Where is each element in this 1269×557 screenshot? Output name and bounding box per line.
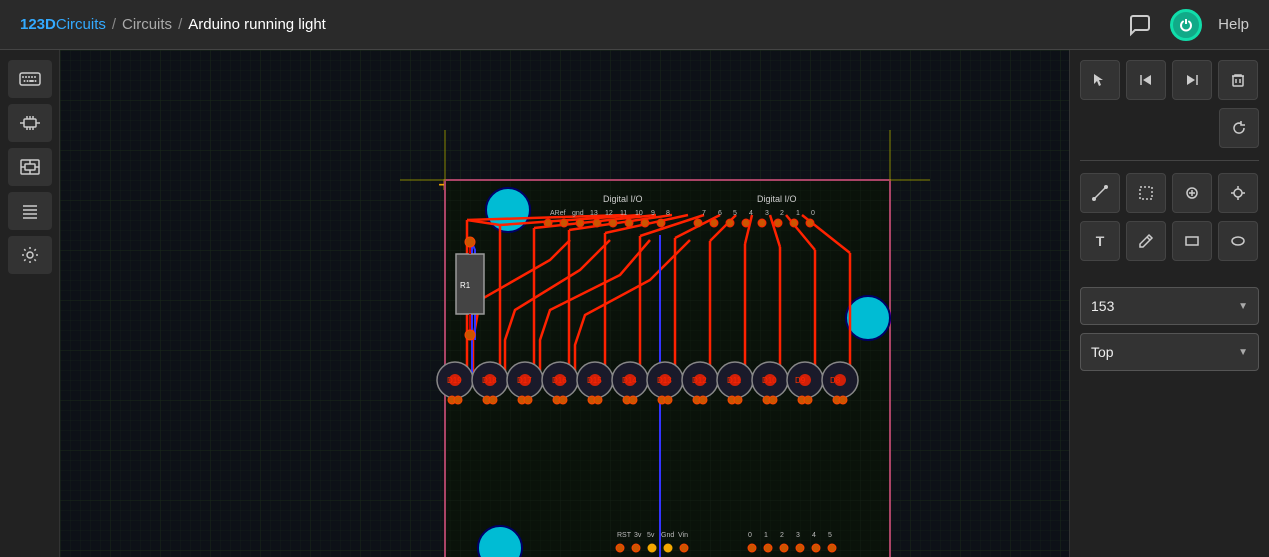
text-tool-icon: T	[1096, 233, 1105, 249]
toolbar-row-4: T	[1080, 221, 1259, 261]
step-back-button[interactable]	[1126, 60, 1166, 100]
schematic-button[interactable]	[8, 104, 52, 142]
svg-text:Gnd: Gnd	[661, 532, 674, 539]
svg-text:1: 1	[764, 532, 768, 539]
circle-tool-button[interactable]	[1172, 173, 1212, 213]
svg-text:8: 8	[666, 210, 670, 217]
svg-text:Digital I/O: Digital I/O	[757, 194, 797, 204]
left-sidebar	[0, 50, 60, 557]
pcb-canvas: +	[60, 50, 1069, 557]
keyboard-button[interactable]	[8, 60, 52, 98]
help-link[interactable]: Help	[1218, 16, 1249, 33]
oval-tool-button[interactable]	[1218, 221, 1258, 261]
breadcrumb-sep1: /	[112, 16, 116, 33]
cursor-tool-button[interactable]	[1080, 60, 1120, 100]
crosshair-tool-button[interactable]	[1218, 173, 1258, 213]
brand-circuits: Circuits	[56, 16, 106, 33]
pcb-button[interactable]	[8, 148, 52, 186]
svg-text:3: 3	[796, 532, 800, 539]
chat-icon[interactable]	[1126, 11, 1154, 39]
svg-text:5: 5	[828, 532, 832, 539]
step-forward-button[interactable]	[1172, 60, 1212, 100]
svg-text:R1: R1	[460, 281, 471, 290]
zoom-value: 153	[1091, 298, 1114, 314]
svg-text:3: 3	[765, 210, 769, 217]
power-button[interactable]	[1170, 9, 1202, 41]
svg-text:4: 4	[812, 532, 816, 539]
toolbar-row-rotate	[1080, 108, 1259, 148]
svg-text:2: 2	[780, 532, 784, 539]
toolbar-spacer-1	[1080, 269, 1259, 279]
svg-text:4: 4	[749, 210, 753, 217]
svg-text:10: 10	[635, 210, 643, 217]
select-region-button[interactable]	[1126, 173, 1166, 213]
toolbar-row-3	[1080, 173, 1259, 213]
svg-text:13: 13	[590, 210, 598, 217]
rotate-button[interactable]	[1219, 108, 1259, 148]
svg-text:gnd: gnd	[572, 210, 584, 217]
svg-text:11: 11	[620, 210, 627, 217]
svg-text:3v: 3v	[634, 532, 642, 539]
toolbar-divider-1	[1080, 160, 1259, 161]
brand-logo[interactable]: 123DCircuits	[20, 16, 106, 33]
breadcrumb-circuits[interactable]: Circuits	[122, 16, 172, 33]
settings-button[interactable]	[8, 236, 52, 274]
svg-text:7: 7	[702, 210, 706, 217]
canvas-area[interactable]: +	[60, 50, 1069, 557]
svg-text:0: 0	[748, 532, 752, 539]
main-layout: +	[0, 50, 1269, 557]
zoom-dropdown[interactable]: 153 ▼	[1080, 287, 1259, 325]
header: 123DCircuits / Circuits / Arduino runnin…	[0, 0, 1269, 50]
rect-tool-button[interactable]	[1172, 221, 1212, 261]
delete-button[interactable]	[1218, 60, 1258, 100]
svg-text:2: 2	[780, 210, 784, 217]
layer-value: Top	[1091, 344, 1114, 360]
pen-tool-button[interactable]	[1126, 221, 1166, 261]
svg-text:6: 6	[718, 210, 722, 217]
breadcrumb-current: Arduino running light	[188, 16, 326, 33]
header-right: Help	[1126, 9, 1249, 41]
right-toolbar: T 153 ▼	[1069, 50, 1269, 557]
svg-text:1: 1	[796, 210, 800, 217]
svg-text:5: 5	[733, 210, 737, 217]
text-tool-button[interactable]: T	[1080, 221, 1120, 261]
route-tool-button[interactable]	[1080, 173, 1120, 213]
svg-text:12: 12	[605, 210, 613, 217]
layer-chevron-icon: ▼	[1238, 347, 1248, 358]
zoom-chevron-icon: ▼	[1238, 301, 1248, 312]
svg-text:Vin: Vin	[678, 532, 688, 539]
svg-text:ARef: ARef	[550, 210, 566, 217]
bom-button[interactable]	[8, 192, 52, 230]
svg-text:5v: 5v	[647, 532, 655, 539]
svg-text:9: 9	[651, 210, 655, 217]
brand-123d: 123D	[20, 16, 56, 33]
breadcrumb: 123DCircuits / Circuits / Arduino runnin…	[20, 16, 326, 33]
toolbar-row-1	[1080, 60, 1259, 100]
svg-text:Digital I/O: Digital I/O	[603, 194, 643, 204]
svg-text:RST: RST	[617, 532, 632, 539]
layer-dropdown[interactable]: Top ▼	[1080, 333, 1259, 371]
breadcrumb-sep2: /	[178, 16, 182, 33]
svg-text:0: 0	[811, 210, 815, 217]
